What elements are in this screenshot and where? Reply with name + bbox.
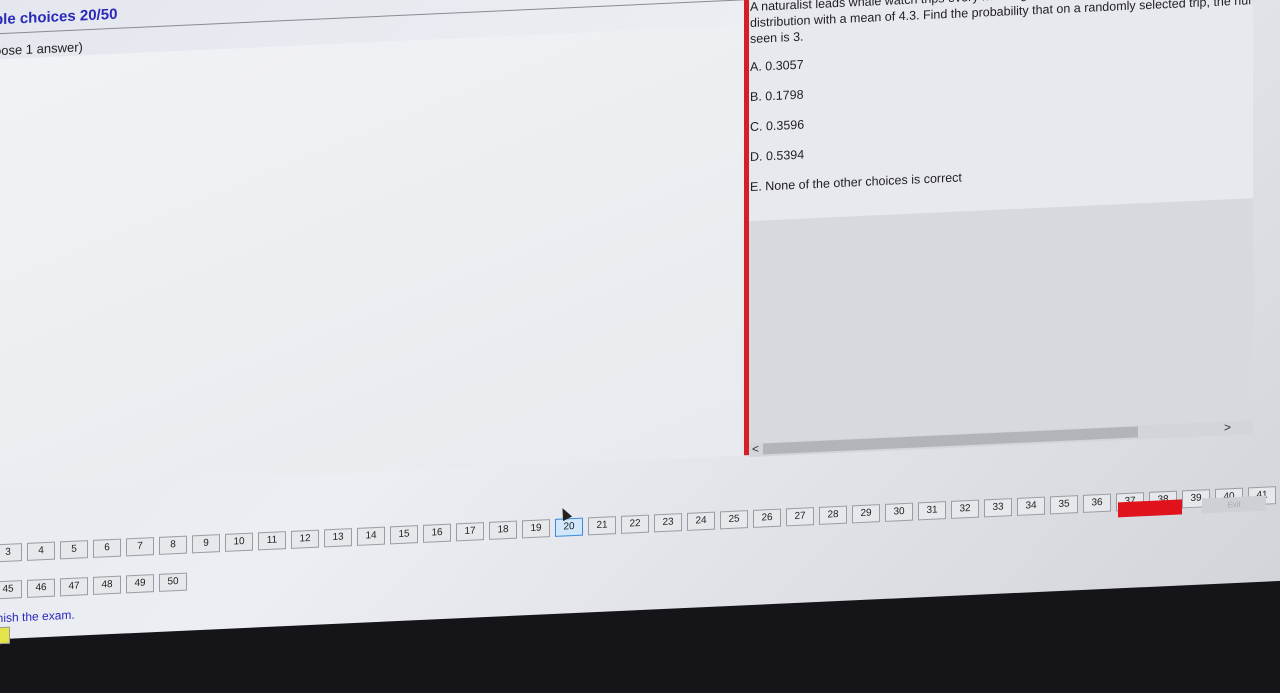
question-button-18[interactable]: 18 — [489, 520, 517, 540]
question-button-4[interactable]: 4 — [27, 541, 55, 561]
question-button-34[interactable]: 34 — [1017, 496, 1045, 516]
finish-exam-hint: inish the exam. — [0, 607, 75, 626]
scroll-right-arrow-icon[interactable]: > — [1224, 420, 1231, 434]
question-button-47[interactable]: 47 — [60, 577, 88, 597]
question-button-27[interactable]: 27 — [786, 507, 814, 527]
exam-screen: ple choices 20/50 oose 1 answer) A natur… — [0, 0, 1280, 645]
question-nav-row: 3 4 5 6 7 8 9 10 11 12 13 14 15 16 17 18 19 20 21 22 23 24 25 2… — [0, 484, 1280, 563]
question-button-13[interactable]: 13 — [324, 528, 352, 548]
question-button-19[interactable]: 19 — [522, 519, 550, 539]
question-button-6[interactable]: 6 — [93, 538, 121, 558]
question-button-23[interactable]: 23 — [654, 513, 682, 533]
question-button-28[interactable]: 28 — [819, 505, 847, 525]
right-pane-empty-area — [749, 198, 1253, 456]
question-button-36[interactable]: 36 — [1083, 493, 1111, 513]
question-button-22[interactable]: 22 — [621, 514, 649, 534]
question-button-32[interactable]: 32 — [951, 499, 979, 519]
question-button-33[interactable]: 33 — [984, 498, 1012, 518]
question-button-7[interactable]: 7 — [126, 537, 154, 557]
question-button-11[interactable]: 11 — [258, 531, 286, 551]
question-button-9[interactable]: 9 — [192, 534, 220, 554]
question-pane: A naturalist leads whale watch trips eve… — [749, 0, 1253, 222]
question-button-45[interactable]: 45 — [0, 580, 22, 600]
exit-button[interactable]: Exit — [1202, 495, 1266, 514]
question-button-24[interactable]: 24 — [687, 511, 715, 531]
left-pane — [0, 25, 742, 490]
question-button-5[interactable]: 5 — [60, 540, 88, 560]
scroll-left-arrow-icon[interactable]: < — [752, 442, 759, 456]
question-button-16[interactable]: 16 — [423, 523, 451, 543]
question-button-26[interactable]: 26 — [753, 508, 781, 528]
question-button-20[interactable]: 20 — [555, 517, 583, 537]
question-button-3[interactable]: 3 — [0, 543, 22, 563]
question-button-25[interactable]: 25 — [720, 510, 748, 530]
question-button-46[interactable]: 46 — [27, 578, 55, 598]
question-button-49[interactable]: 49 — [126, 574, 154, 594]
question-button-50[interactable]: 50 — [159, 572, 187, 592]
question-button-29[interactable]: 29 — [852, 504, 880, 524]
question-button-12[interactable]: 12 — [291, 529, 319, 549]
question-button-48[interactable]: 48 — [93, 575, 121, 595]
finish-exam-button[interactable] — [1118, 499, 1182, 518]
question-button-14[interactable]: 14 — [357, 526, 385, 546]
question-button-15[interactable]: 15 — [390, 525, 418, 545]
question-button-31[interactable]: 31 — [918, 501, 946, 521]
question-nav-row: 45 46 47 48 49 50 — [0, 572, 192, 600]
section-title: ple choices 20/50 — [0, 5, 118, 29]
question-button-21[interactable]: 21 — [588, 516, 616, 536]
answer-options: A. 0.3057 B. 0.1798 C. 0.3596 D. 0.5394 … — [749, 37, 1253, 210]
status-marker — [0, 626, 10, 645]
question-button-30[interactable]: 30 — [885, 502, 913, 522]
question-button-8[interactable]: 8 — [159, 535, 187, 555]
question-button-10[interactable]: 10 — [225, 532, 253, 552]
question-button-17[interactable]: 17 — [456, 522, 484, 542]
question-button-35[interactable]: 35 — [1050, 495, 1078, 515]
